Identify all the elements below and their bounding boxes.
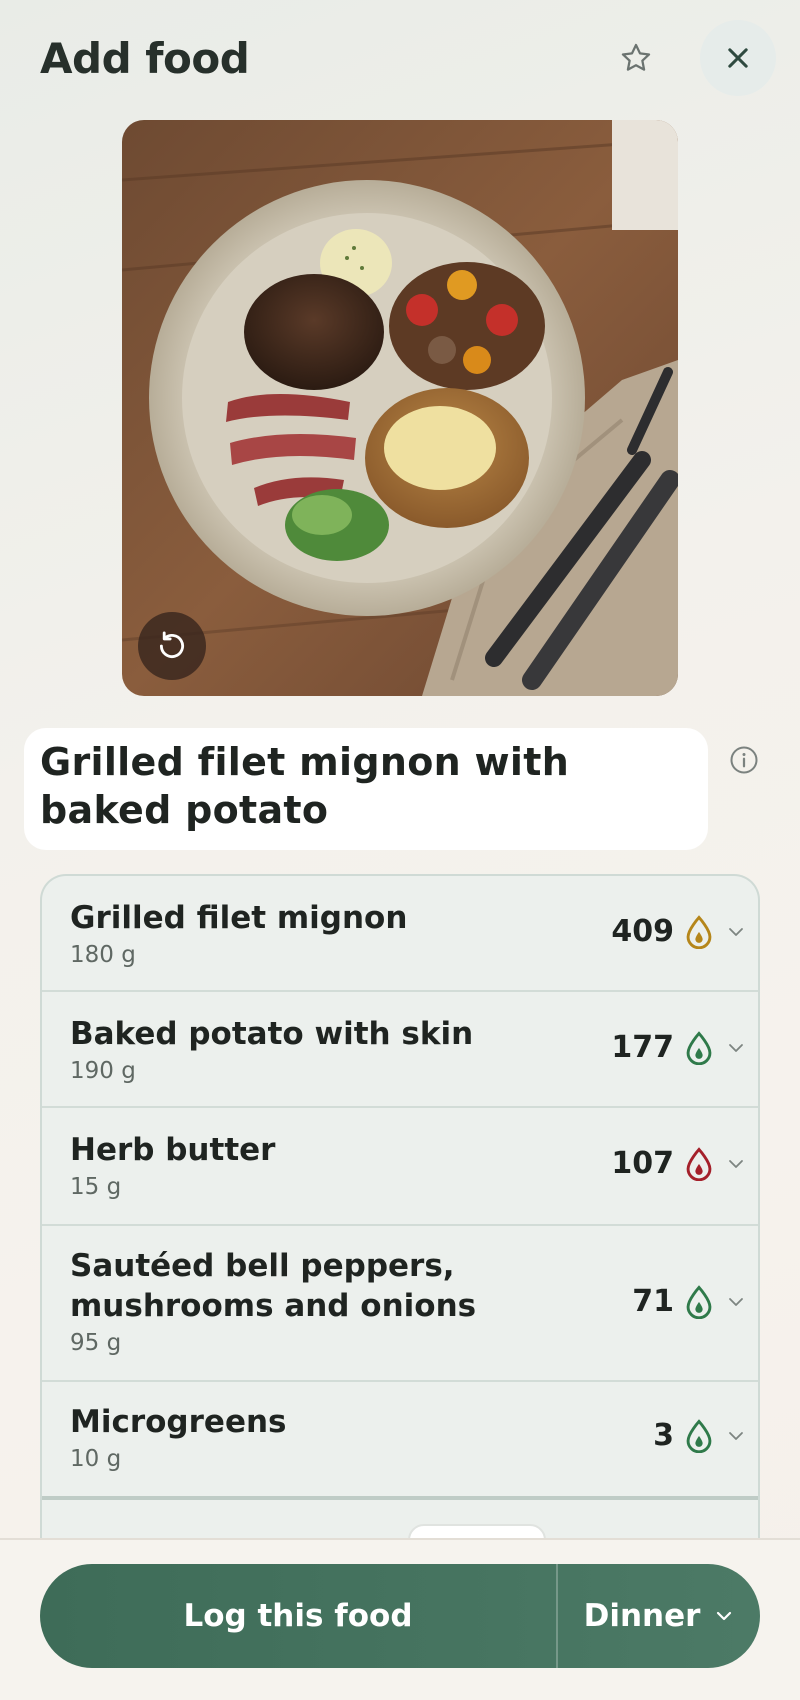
meal-select[interactable]: Dinner [558,1564,760,1668]
list-item[interactable]: Baked potato with skin 190 g 177 [42,992,758,1108]
ingredient-list: Grilled filet mignon 180 g 409 Baked pot… [40,874,760,1554]
chevron-down-icon [717,1611,732,1621]
item-weight: 15 g [70,1174,122,1200]
item-name: Grilled filet mignon [70,900,408,936]
meal-name: Grilled filet mignon with baked potato [40,740,570,832]
drop-icon [686,1146,712,1181]
item-kcal: 409 [611,914,674,949]
info-icon [730,746,758,774]
favorite-button[interactable] [612,34,660,82]
chevron-down-icon [729,927,743,936]
drop-icon [686,914,712,949]
item-weight: 190 g [70,1058,136,1084]
meal-name-field[interactable]: Grilled filet mignon with baked potato [24,728,708,850]
chevron-down-icon [729,1431,743,1440]
retake-photo-button[interactable] [138,612,206,680]
item-kcal: 107 [611,1146,674,1181]
item-weight: 95 g [70,1330,122,1356]
info-button[interactable] [728,744,760,776]
list-item[interactable]: Microgreens 10 g 3 [42,1382,758,1500]
header: Add food [0,0,800,118]
item-kcal: 71 [632,1284,674,1319]
item-name-line-1: Sautéed bell peppers, [70,1248,455,1284]
drop-icon [686,1284,712,1319]
item-kcal: 177 [611,1030,674,1065]
item-weight: 10 g [70,1446,122,1472]
star-icon [621,43,651,71]
drop-icon [686,1418,712,1453]
log-action-bar: Log this food Dinner [40,1564,760,1668]
log-food-button[interactable]: Log this food [40,1564,558,1668]
close-button[interactable] [700,20,776,96]
page-title: Add food [40,34,250,83]
item-name: Microgreens [70,1404,287,1440]
list-item[interactable]: Grilled filet mignon 180 g 409 [42,876,758,992]
item-name: Herb butter [70,1132,276,1168]
meal-select-label: Dinner [583,1598,701,1634]
chevron-down-icon [729,1043,743,1052]
chevron-down-icon [729,1297,743,1306]
item-kcal: 3 [653,1418,674,1453]
chevron-down-icon [729,1159,743,1168]
rotate-ccw-icon [159,631,184,659]
close-icon [728,48,748,68]
drop-icon [686,1030,712,1065]
item-name-line-2: mushrooms and onions [70,1288,477,1324]
item-name: Baked potato with skin [70,1016,474,1052]
list-item[interactable]: Herb butter 15 g 107 [42,1108,758,1226]
item-weight: 180 g [70,942,136,968]
food-photo [122,120,678,696]
list-item[interactable]: Sautéed bell peppers, mushrooms and onio… [42,1226,758,1382]
